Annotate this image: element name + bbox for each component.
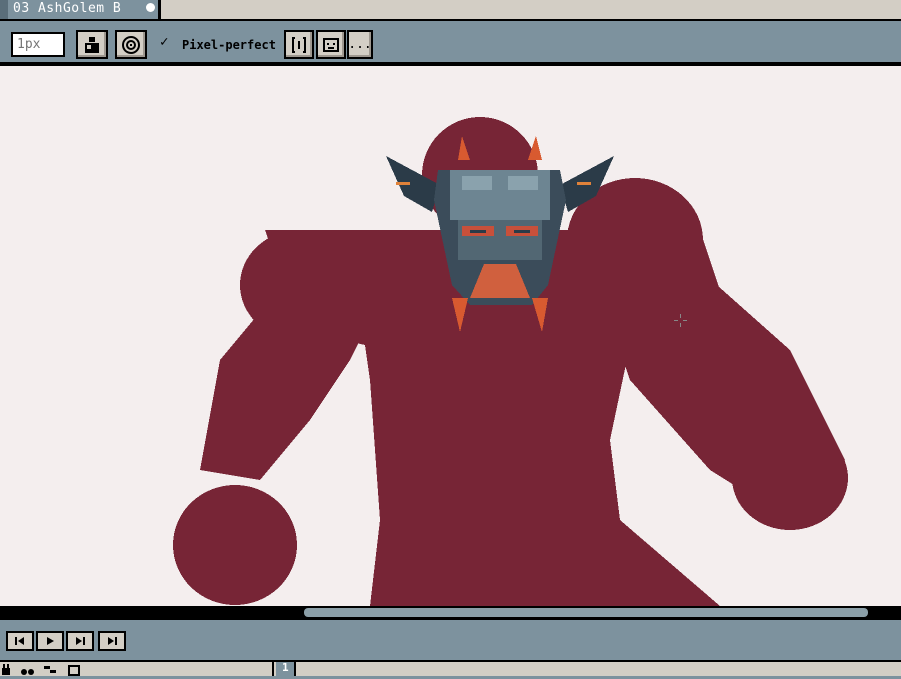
step-forward-icon [76, 637, 85, 645]
bracket-icon [292, 36, 306, 53]
ink-bottle-icon [85, 36, 99, 53]
unsaved-dot-icon [146, 3, 155, 12]
tab-title: 03 AshGolem B [13, 1, 122, 16]
layer-icons-group [0, 662, 94, 676]
timeline-panel [0, 620, 901, 660]
lock-icon[interactable] [2, 664, 10, 675]
context-toolbar: ✓ Pixel-perfect ... [0, 19, 901, 63]
sprite-canvas[interactable] [0, 66, 901, 606]
visibility-icon[interactable] [21, 669, 34, 675]
frame-number: 1 [282, 661, 289, 674]
pixel-perfect-label: Pixel-perfect [182, 38, 276, 52]
skip-back-icon [15, 637, 24, 645]
layer-separator [272, 662, 274, 676]
next-frame-button[interactable] [66, 631, 94, 651]
brush-size-input[interactable] [11, 32, 65, 57]
target-icon [122, 35, 140, 54]
layers-header [0, 660, 901, 676]
link-icon[interactable] [44, 666, 56, 673]
stabilizer-button[interactable] [284, 30, 314, 59]
more-options-button[interactable]: ... [347, 30, 373, 59]
skip-forward-icon [108, 637, 117, 645]
dynamics-button[interactable] [316, 30, 346, 59]
play-button[interactable] [36, 631, 64, 651]
scrollbar-thumb[interactable] [304, 608, 868, 617]
symmetry-button[interactable] [115, 30, 147, 59]
ink-button[interactable] [76, 30, 108, 59]
cel-icon[interactable] [68, 665, 80, 676]
pixel-perfect-check-icon[interactable]: ✓ [160, 34, 168, 50]
face-icon [323, 37, 339, 52]
first-frame-button[interactable] [6, 631, 34, 651]
play-icon [47, 637, 54, 645]
sprite-drawing [173, 117, 848, 606]
tab-ashgolem[interactable]: 03 AshGolem B [0, 0, 161, 19]
last-frame-button[interactable] [98, 631, 126, 651]
tab-grip [0, 0, 8, 19]
tab-bar: 03 AshGolem B [0, 0, 901, 19]
